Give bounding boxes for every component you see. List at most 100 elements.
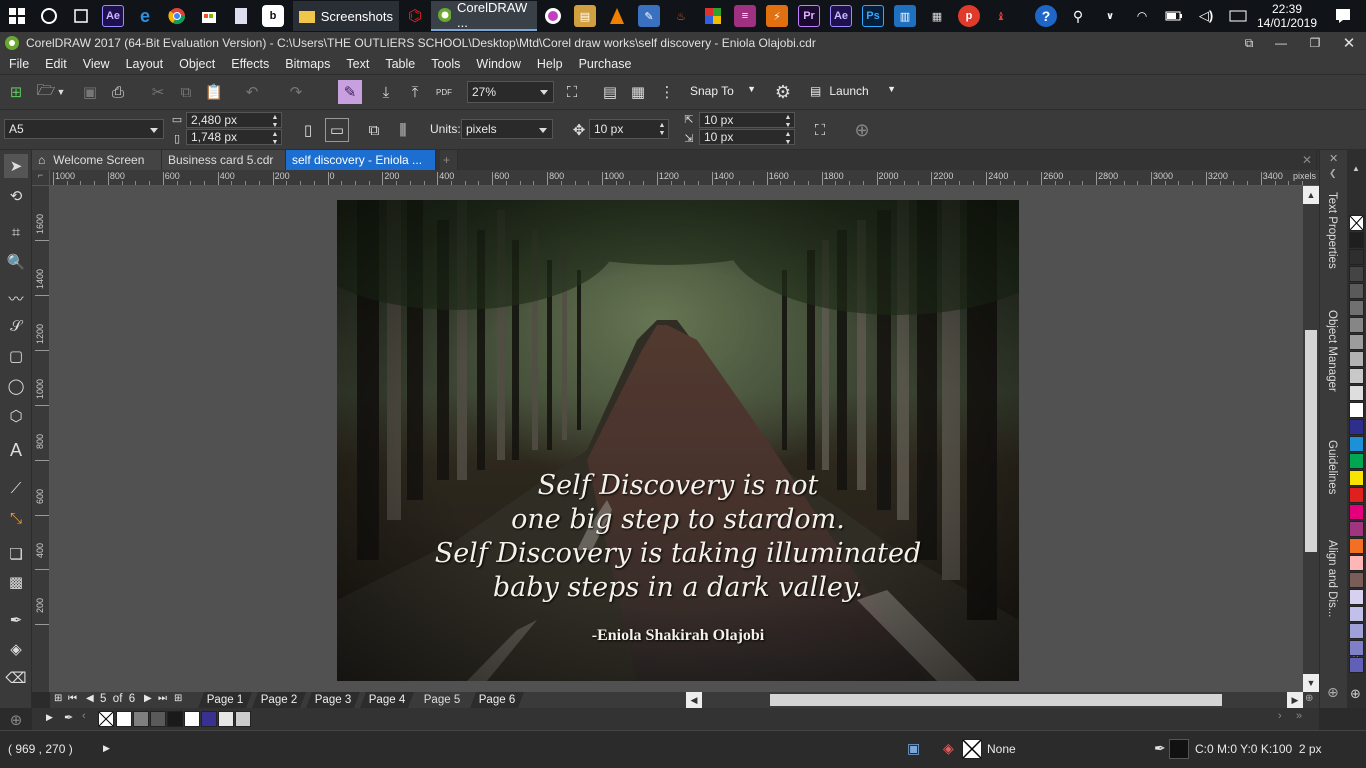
doc-palette-swatch[interactable]	[167, 711, 183, 727]
nudge-spinner[interactable]: ▲ ▼	[658, 122, 666, 138]
palette-color-swatch[interactable]	[1349, 317, 1364, 333]
doc-palette-swatch[interactable]	[184, 711, 200, 727]
palette-color-swatch[interactable]	[1349, 249, 1364, 265]
next-page-icon[interactable]: ▶	[144, 693, 152, 704]
add-icon[interactable]: ⊕	[850, 118, 874, 142]
show-guidelines-icon[interactable]: ⋮	[655, 80, 679, 104]
palette-add-icon[interactable]: ⊕	[1350, 686, 1361, 702]
cortana-icon[interactable]	[38, 5, 60, 27]
app-icon[interactable]: ▤	[574, 5, 596, 27]
page-tab-2[interactable]: Page 2	[252, 692, 306, 708]
photoshop-icon[interactable]: Ps	[862, 5, 884, 27]
winrar-icon[interactable]: ≡	[734, 5, 756, 27]
page-tab-1[interactable]: Page 1	[198, 692, 252, 708]
notes-icon[interactable]	[230, 5, 252, 27]
palette-color-swatch[interactable]	[1349, 504, 1364, 520]
task-view-icon[interactable]	[70, 5, 92, 27]
docker-text-properties[interactable]: Text Properties	[1326, 192, 1338, 269]
doc-no-color-swatch[interactable]	[98, 711, 114, 727]
tab-welcome-screen[interactable]: ⌂ Welcome Screen	[32, 150, 162, 170]
prev-page-icon[interactable]: ◀	[86, 693, 94, 704]
current-page-icon[interactable]: ⫼	[391, 118, 415, 142]
full-screen-preview-icon[interactable]: ▤	[598, 80, 622, 104]
polygon-tool-icon[interactable]: ⬡	[4, 404, 28, 428]
docker-align-and-distribute[interactable]: Align and Dis...	[1326, 540, 1338, 617]
horizontal-scrollbar[interactable]: ◀ ▶	[686, 692, 1303, 708]
menu-edit[interactable]: Edit	[37, 57, 75, 71]
color-eyedropper-icon[interactable]: ✒	[4, 608, 28, 632]
cut-icon[interactable]: ✂	[146, 80, 170, 104]
new-document-icon[interactable]: ⊞	[4, 80, 28, 104]
doc-palette-scroll-left-icon[interactable]: ‹	[82, 710, 86, 722]
premiere-icon[interactable]: Pr	[798, 5, 820, 27]
vertical-scroll-thumb[interactable]	[1305, 330, 1317, 552]
doc-palette-swatch[interactable]	[133, 711, 149, 727]
first-page-icon[interactable]: ⏮	[68, 693, 77, 704]
units-select[interactable]: pixels	[461, 119, 553, 139]
smart-fill-icon[interactable]: ⌫	[4, 666, 28, 690]
calculator-icon[interactable]: ▦	[926, 5, 948, 27]
itunes-icon[interactable]	[542, 5, 564, 27]
add-page-after-icon[interactable]: ⊞	[174, 693, 182, 704]
scroll-up-arrow-icon[interactable]: ▲	[1303, 186, 1319, 204]
duplicate-x-input[interactable]: 10 px ▲ ▼	[699, 112, 795, 129]
status-expand-icon[interactable]: ▶	[103, 743, 110, 754]
export-icon[interactable]: ⤒	[403, 80, 427, 104]
menu-tools[interactable]: Tools	[423, 57, 468, 71]
snap-to-dropdown[interactable]: Snap To ▼	[690, 84, 760, 102]
color-proof-icon[interactable]: ▣	[907, 740, 920, 757]
close-icon[interactable]: ✕	[1332, 34, 1366, 52]
horizontal-ruler[interactable]: 1000 800 600 400 200 0 200 400 600 800 1000 1200 140…	[50, 170, 1319, 186]
artistic-media-icon[interactable]: 𝒮	[4, 314, 28, 338]
chevron-up-icon[interactable]: ∨	[1099, 5, 1121, 27]
save-icon[interactable]: ▣	[78, 80, 102, 104]
store-icon[interactable]	[198, 5, 220, 27]
doc-palette-expand-icon[interactable]: »	[1296, 710, 1302, 722]
wifi-icon[interactable]: ◠	[1131, 5, 1153, 27]
menu-layout[interactable]: Layout	[118, 57, 172, 71]
palette-color-swatch[interactable]	[1349, 334, 1364, 350]
action-center-icon[interactable]	[1332, 5, 1354, 27]
horizontal-scroll-thumb[interactable]	[770, 694, 1222, 706]
palette-color-swatch[interactable]	[1349, 419, 1364, 435]
width-spinner[interactable]: ▲ ▼	[271, 114, 279, 130]
paste-icon[interactable]: 📋	[202, 80, 226, 104]
docker-add-icon[interactable]: ⊕	[1327, 684, 1339, 701]
menu-view[interactable]: View	[75, 57, 118, 71]
docker-guidelines[interactable]: Guidelines	[1326, 440, 1338, 494]
doc-palette-swatch[interactable]	[150, 711, 166, 727]
palette-color-swatch[interactable]	[1349, 538, 1364, 554]
palette-color-swatch[interactable]	[1349, 300, 1364, 316]
pick-tool-icon[interactable]: ➤	[4, 154, 28, 178]
search-content-icon[interactable]: ✎	[338, 80, 362, 104]
all-pages-icon[interactable]: ⧉	[362, 118, 386, 142]
interactive-fill-icon[interactable]: ◈	[4, 637, 28, 661]
document-page[interactable]: Self Discovery is not one big step to st…	[337, 200, 1019, 681]
dropdown-arrow-icon[interactable]: ▼	[54, 80, 68, 104]
help-icon[interactable]: ?	[1035, 5, 1057, 27]
palette-color-swatch[interactable]	[1349, 640, 1364, 656]
app-p-icon[interactable]: p	[958, 5, 980, 27]
launch-dropdown[interactable]: ▤ Launch ▼	[810, 84, 900, 102]
b-app-icon[interactable]: b	[262, 5, 284, 27]
after-effects-icon[interactable]: Ae	[102, 5, 124, 27]
shape-tool-icon[interactable]: ⟲	[4, 184, 28, 208]
app-icon[interactable]: ♝	[990, 5, 1012, 27]
no-color-swatch[interactable]	[1349, 215, 1364, 231]
scroll-left-arrow-icon[interactable]: ◀	[686, 692, 702, 708]
add-page-before-icon[interactable]: ⊞	[54, 693, 62, 704]
taskbar-coreldraw[interactable]: CorelDRAW ...	[431, 0, 537, 31]
acrobat-icon[interactable]: ⌬	[404, 5, 426, 27]
palette-color-swatch[interactable]	[1349, 606, 1364, 622]
clock[interactable]: 22:39 14/01/2019	[1254, 2, 1320, 30]
vertical-ruler[interactable]: 1600 1400 1200 1000 800 600 400 200	[32, 186, 50, 692]
redo-icon[interactable]: ↷	[284, 80, 308, 104]
palette-color-swatch[interactable]	[1349, 487, 1364, 503]
menu-text[interactable]: Text	[338, 57, 377, 71]
menu-help[interactable]: Help	[529, 57, 571, 71]
palette-color-swatch[interactable]	[1349, 283, 1364, 299]
palette-color-swatch[interactable]	[1349, 572, 1364, 588]
new-tab-button[interactable]: +	[440, 150, 458, 170]
palette-color-swatch[interactable]	[1349, 436, 1364, 452]
scroll-down-arrow-icon[interactable]: ▼	[1303, 674, 1319, 692]
